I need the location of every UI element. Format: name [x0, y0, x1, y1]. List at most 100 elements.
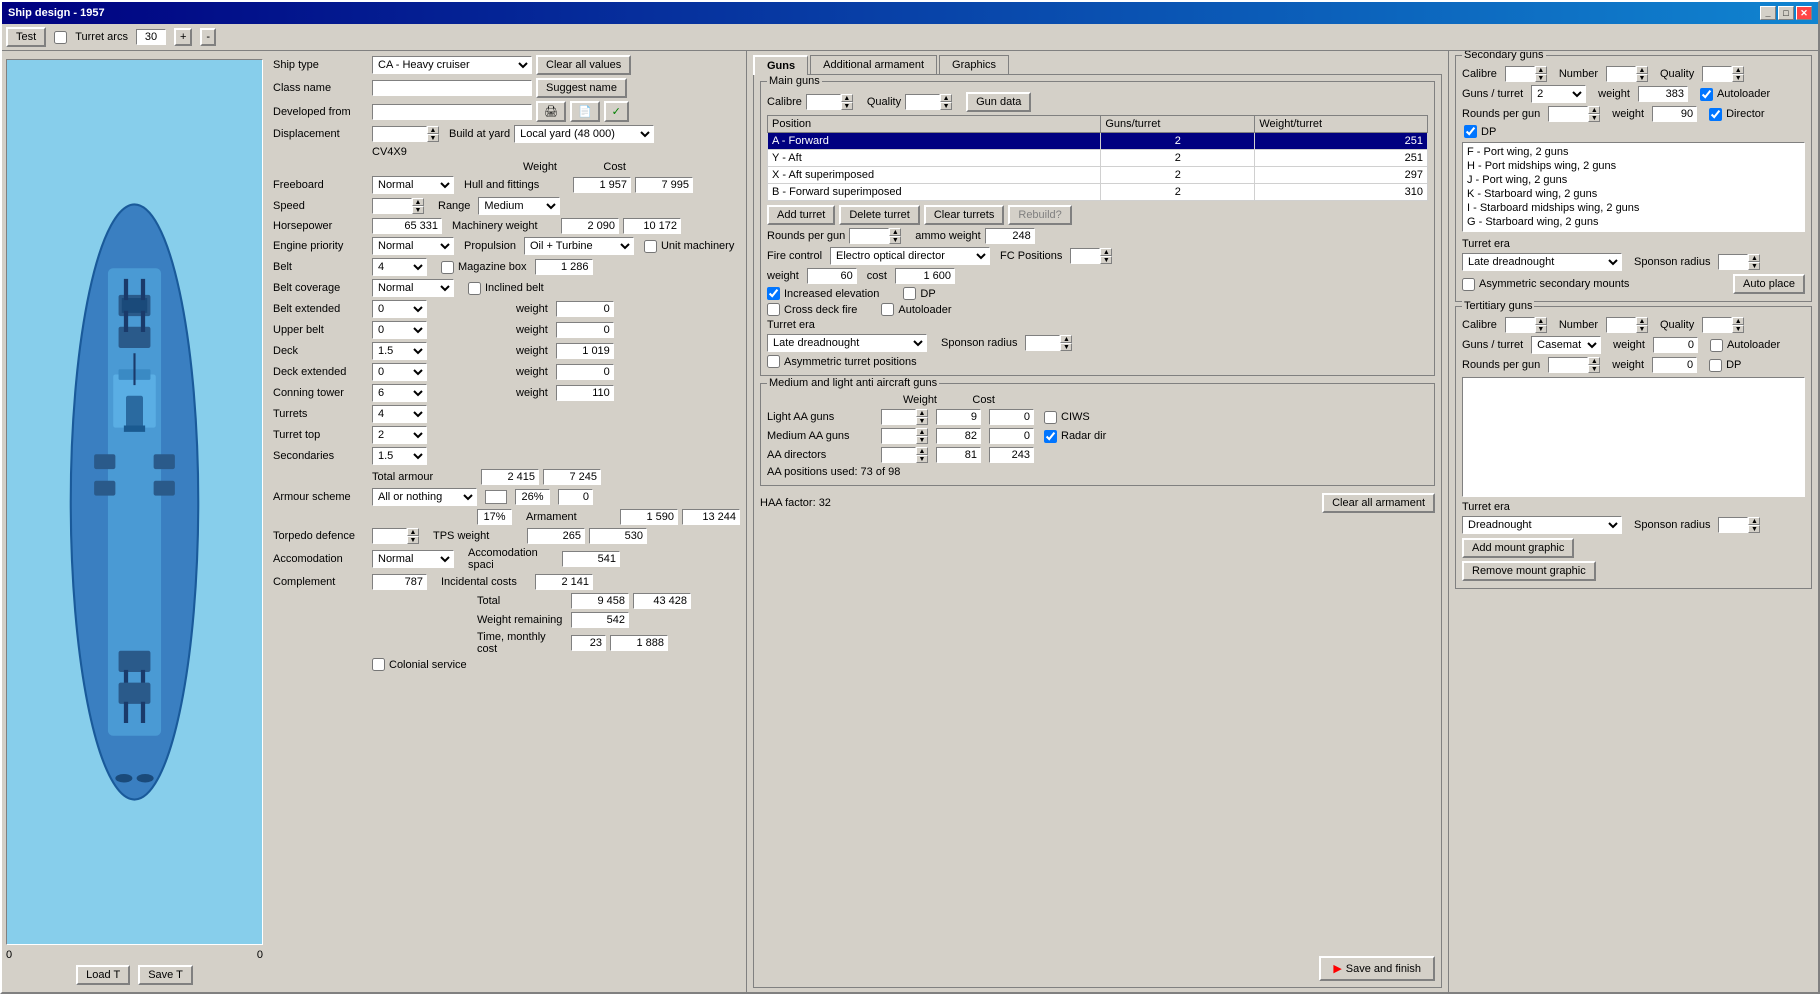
add-mount-graphic-button[interactable]: Add mount graphic — [1462, 538, 1574, 558]
turret-arcs-minus[interactable]: - — [200, 28, 216, 46]
tert-calibre-up[interactable]: ▲ — [1535, 317, 1547, 325]
displacement-up[interactable]: ▲ — [427, 126, 439, 134]
aa-directors-down[interactable]: ▼ — [916, 455, 928, 463]
suggest-name-button[interactable]: Suggest name — [536, 78, 627, 98]
tert-calibre-input[interactable]: 3 — [1505, 317, 1535, 333]
dp-main-checkbox[interactable] — [903, 287, 916, 300]
rounds-up[interactable]: ▲ — [889, 228, 901, 236]
belt-extended-select[interactable]: 0 — [372, 300, 427, 318]
autoloader-main-checkbox[interactable] — [881, 303, 894, 316]
belt-select[interactable]: 4 — [372, 258, 427, 276]
turret-arcs-plus[interactable]: + — [174, 28, 192, 46]
magazine-box-checkbox[interactable] — [441, 261, 454, 274]
maximize-button[interactable]: □ — [1778, 6, 1794, 20]
tert-guns-turret-select[interactable]: Casemat — [1531, 336, 1601, 354]
speed-down[interactable]: ▼ — [412, 206, 424, 214]
clear-all-values-button[interactable]: Clear all values — [536, 55, 631, 75]
sec-autoloader-checkbox[interactable] — [1700, 88, 1713, 101]
propulsion-select[interactable]: Oil + Turbine — [524, 237, 634, 255]
torpedo-defence-input[interactable]: 1 — [372, 528, 407, 544]
minimize-button[interactable]: _ — [1760, 6, 1776, 20]
light-aa-down[interactable]: ▼ — [916, 417, 928, 425]
speed-up[interactable]: ▲ — [412, 198, 424, 206]
gun-data-button[interactable]: Gun data — [966, 92, 1031, 112]
table-row[interactable]: B - Forward superimposed 2 310 — [768, 184, 1428, 201]
aa-directors-input[interactable]: 3 — [881, 447, 916, 463]
delete-turret-button[interactable]: Delete turret — [839, 205, 920, 225]
rounds-per-gun-input[interactable]: 130 — [849, 228, 889, 244]
rounds-down[interactable]: ▼ — [889, 236, 901, 244]
sec-guns-turret-select[interactable]: 2 — [1531, 85, 1586, 103]
ciws-checkbox[interactable] — [1044, 411, 1057, 424]
sec-rounds-down[interactable]: ▼ — [1588, 114, 1600, 122]
quality-input[interactable]: 1 — [905, 94, 940, 110]
belt-coverage-select[interactable]: Normal — [372, 279, 454, 297]
calibre-up[interactable]: ▲ — [841, 94, 853, 102]
list-item[interactable]: J - Port wing, 2 guns — [1465, 173, 1802, 187]
remove-mount-graphic-button[interactable]: Remove mount graphic — [1462, 561, 1596, 581]
tert-quality-down[interactable]: ▼ — [1732, 325, 1744, 333]
table-row[interactable]: X - Aft superimposed 2 297 — [768, 167, 1428, 184]
quality-up[interactable]: ▲ — [940, 94, 952, 102]
sec-number-up[interactable]: ▲ — [1636, 66, 1648, 74]
engine-priority-select[interactable]: Normal — [372, 237, 454, 255]
sponson-down[interactable]: ▼ — [1060, 343, 1072, 351]
tert-number-up[interactable]: ▲ — [1636, 317, 1648, 325]
displacement-down[interactable]: ▼ — [427, 134, 439, 142]
add-turret-button[interactable]: Add turret — [767, 205, 835, 225]
light-aa-input[interactable]: 8 — [881, 409, 916, 425]
accomodation-select[interactable]: Normal — [372, 550, 454, 568]
sec-calibre-down[interactable]: ▼ — [1535, 74, 1547, 82]
secondaries-select[interactable]: 1.5 — [372, 447, 427, 465]
list-item[interactable]: H - Port midships wing, 2 guns — [1465, 159, 1802, 173]
tert-rounds-up[interactable]: ▲ — [1588, 357, 1600, 365]
upper-belt-select[interactable]: 0 — [372, 321, 427, 339]
light-aa-up[interactable]: ▲ — [916, 409, 928, 417]
sec-quality-down[interactable]: ▼ — [1732, 74, 1744, 82]
fire-control-select[interactable]: Electro optical director — [830, 247, 990, 265]
sec-rounds-input[interactable]: 180 — [1548, 106, 1588, 122]
list-item[interactable]: I - Starboard midships wing, 2 guns — [1465, 201, 1802, 215]
ship-type-select[interactable]: CA - Heavy cruiser — [372, 56, 532, 74]
class-name-input[interactable]: Montcalm — [372, 80, 532, 96]
sec-quality-input[interactable]: 0 — [1702, 66, 1732, 82]
close-button[interactable]: ✕ — [1796, 6, 1812, 20]
displacement-input[interactable]: 10000 — [372, 126, 427, 142]
torpedo-down[interactable]: ▼ — [407, 536, 419, 544]
tert-number-input[interactable]: 0 — [1606, 317, 1636, 333]
load-button[interactable]: Load T — [76, 965, 130, 985]
save-button[interactable]: Save T — [138, 965, 193, 985]
turret-era-select[interactable]: Late dreadnought — [767, 334, 927, 352]
sec-number-down[interactable]: ▼ — [1636, 74, 1648, 82]
tert-sponson-up[interactable]: ▲ — [1748, 517, 1760, 525]
radar-dir-checkbox[interactable] — [1044, 430, 1057, 443]
build-at-yard-select[interactable]: Local yard (48 000) — [514, 125, 654, 143]
tab-guns[interactable]: Guns — [753, 55, 808, 75]
table-row[interactable]: Y - Aft 2 251 — [768, 150, 1428, 167]
auto-place-button[interactable]: Auto place — [1733, 274, 1805, 294]
increased-elevation-checkbox[interactable] — [767, 287, 780, 300]
turret-top-select[interactable]: 2 — [372, 426, 427, 444]
medium-aa-down[interactable]: ▼ — [916, 436, 928, 444]
sec-dp-checkbox[interactable] — [1464, 125, 1477, 138]
print-button[interactable]: 🖨 — [536, 101, 566, 122]
list-item[interactable]: F - Port wing, 2 guns — [1465, 145, 1802, 159]
sec-sponson-up[interactable]: ▲ — [1748, 254, 1760, 262]
save-and-finish-button[interactable]: ▶ Save and finish — [1319, 956, 1435, 981]
deck-select[interactable]: 1.5 — [372, 342, 427, 360]
sec-turret-era-select[interactable]: Late dreadnought — [1462, 253, 1622, 271]
asymmetric-turret-checkbox[interactable] — [767, 355, 780, 368]
rebuild-button[interactable]: Rebuild? — [1008, 205, 1071, 225]
conning-tower-select[interactable]: 6 — [372, 384, 427, 402]
medium-aa-up[interactable]: ▲ — [916, 428, 928, 436]
tert-number-down[interactable]: ▼ — [1636, 325, 1648, 333]
cross-deck-fire-checkbox[interactable] — [767, 303, 780, 316]
sec-calibre-input[interactable]: 4 — [1505, 66, 1535, 82]
deck-extended-select[interactable]: 0 — [372, 363, 427, 381]
quality-down[interactable]: ▼ — [940, 102, 952, 110]
list-item[interactable]: K - Starboard wing, 2 guns — [1465, 187, 1802, 201]
tert-sponson-input[interactable]: 0 — [1718, 517, 1748, 533]
tert-rounds-input[interactable]: 200 — [1548, 357, 1588, 373]
tert-sponson-down[interactable]: ▼ — [1748, 525, 1760, 533]
sec-rounds-up[interactable]: ▲ — [1588, 106, 1600, 114]
